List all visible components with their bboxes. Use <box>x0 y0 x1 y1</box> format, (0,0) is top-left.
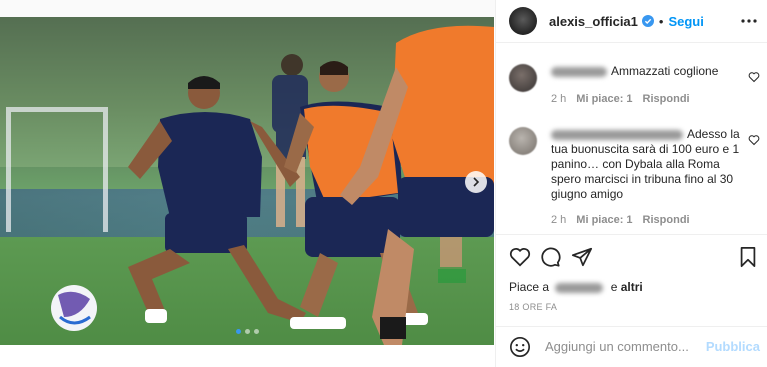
bookmark-icon <box>740 246 756 268</box>
comment-text: Ammazzati coglione <box>611 64 719 78</box>
heart-outline-icon <box>748 135 760 146</box>
post-photo[interactable] <box>0 17 494 345</box>
post-header: alexis_officia1 • Segui <box>496 0 767 43</box>
comment-time: 2 h <box>551 214 567 226</box>
smiley-icon <box>510 336 530 357</box>
share-button[interactable] <box>571 246 593 268</box>
comment-meta: 2 h Mi piace: 1 Rispondi <box>551 214 690 226</box>
heart-icon <box>509 248 531 267</box>
chevron-right-icon <box>473 177 480 187</box>
likes-summary: Piace a e altri <box>509 280 643 294</box>
post-actions <box>509 246 757 268</box>
instagram-post: alexis_officia1 • Segui Ammazzati coglio… <box>0 0 767 367</box>
carousel-dot <box>253 329 259 334</box>
paper-plane-icon <box>571 247 593 267</box>
post-time-ago[interactable]: 18 ORE FA <box>509 302 557 312</box>
commenter-avatar[interactable] <box>509 64 537 92</box>
next-slide-button[interactable] <box>465 171 487 193</box>
follow-button[interactable]: Segui <box>668 14 703 29</box>
comment-likes-count[interactable]: Mi piace: 1 <box>576 93 632 105</box>
likes-others-link[interactable]: altri <box>621 280 643 294</box>
football <box>51 285 97 331</box>
players-illustration <box>51 25 494 345</box>
actions-divider <box>496 234 767 235</box>
commenter-avatar[interactable] <box>509 127 537 155</box>
more-dots-icon <box>741 19 757 23</box>
comment-bubble-icon <box>541 247 561 267</box>
header-separator: • <box>658 13 664 29</box>
post-side-panel: alexis_officia1 • Segui Ammazzati coglio… <box>495 0 767 367</box>
add-comment-input[interactable] <box>543 338 697 355</box>
add-comment-row: Pubblica <box>496 326 767 367</box>
comment-reply-button[interactable]: Rispondi <box>643 214 690 226</box>
comment-like-button[interactable] <box>748 134 760 146</box>
carousel-dots <box>0 329 494 334</box>
carousel-dot <box>244 329 250 334</box>
comment-body: Adesso la tua buonuscita sarà di 100 eur… <box>551 127 741 202</box>
more-options-button[interactable] <box>740 12 758 30</box>
author-username[interactable]: alexis_officia1 <box>549 14 638 29</box>
save-button[interactable] <box>737 246 759 268</box>
comment-time: 2 h <box>551 93 567 105</box>
comment-reply-button[interactable]: Rispondi <box>643 93 690 105</box>
carousel-dot-active <box>235 329 241 334</box>
comment-like-button[interactable] <box>748 71 760 83</box>
commenter-username-blurred[interactable] <box>551 66 607 77</box>
likes-prefix: Piace a <box>509 280 550 294</box>
heart-outline-icon <box>748 72 760 83</box>
commenter-username-blurred[interactable] <box>551 129 683 140</box>
emoji-button[interactable] <box>509 336 531 358</box>
comment-likes-count[interactable]: Mi piace: 1 <box>576 214 632 226</box>
comment-body: Ammazzati coglione <box>551 64 741 79</box>
comment-button[interactable] <box>539 246 561 268</box>
like-button[interactable] <box>509 246 531 268</box>
likes-connector: e <box>610 280 618 294</box>
verified-badge-icon <box>641 15 654 27</box>
author-avatar[interactable] <box>509 7 537 35</box>
publish-button[interactable]: Pubblica <box>706 339 760 354</box>
liker-username-blurred[interactable] <box>555 282 604 293</box>
comment-meta: 2 h Mi piace: 1 Rispondi <box>551 93 690 105</box>
